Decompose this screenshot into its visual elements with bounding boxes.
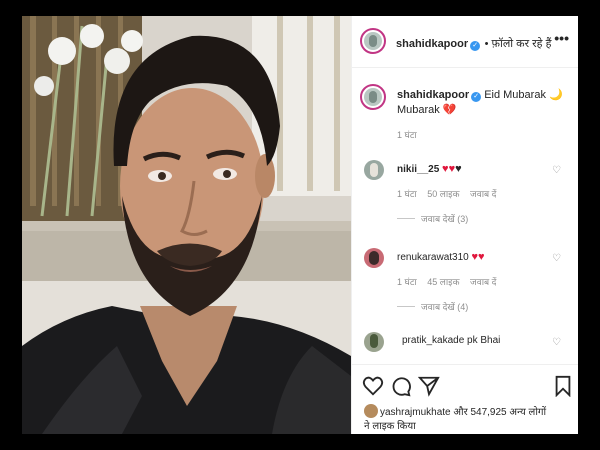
comment-likes[interactable]: 45 लाइक [427, 277, 459, 287]
commenter-avatar[interactable] [364, 332, 384, 352]
comment-username[interactable]: pratik_kakade [402, 335, 464, 346]
share-direct-icon[interactable] [418, 375, 440, 397]
author-username[interactable]: shahidkapoor [396, 38, 468, 50]
save-bookmark-icon[interactable] [552, 375, 574, 397]
comment-reply-link[interactable]: जवाब दें [470, 189, 496, 199]
caption-text-block: shahidkapoor ✓ Eid Mubarak 🌙 Mubarak 💔 [397, 88, 567, 118]
caption-username[interactable]: shahidkapoor [397, 89, 469, 101]
replies-divider [397, 306, 415, 307]
letterbox-right [578, 0, 600, 450]
caption-avatar[interactable] [360, 84, 386, 110]
following-status[interactable]: • फ़ॉलो कर रहे हैं [485, 38, 552, 50]
header-line: shahidkapoor ✓ • फ़ॉलो कर रहे हैं [396, 34, 551, 52]
comment-text: pk Bhai [467, 335, 501, 346]
view-replies-label[interactable]: जवाब देखें (3) [421, 214, 468, 224]
comment-meta: 1 घंटा 50 लाइक जवाब दें [397, 187, 504, 200]
more-options-icon[interactable]: ••• [554, 30, 569, 46]
comment-meta: 1 घंटा 45 लाइक जवाब दें [397, 275, 504, 288]
comment-text-extra: ♥ [455, 163, 462, 175]
comment-bubble-icon[interactable] [390, 375, 412, 397]
view-replies-link[interactable]: जवाब देखें (4) [397, 300, 468, 313]
comment-item: pratik_kakade pk Bhai ♡ [352, 332, 579, 362]
commenter-avatar[interactable] [364, 248, 384, 268]
comment-body: pratik_kakade pk Bhai [402, 335, 500, 346]
caption-text-line2: Mubarak 💔 [397, 104, 457, 116]
comment-like-heart-icon[interactable]: ♡ [552, 165, 561, 176]
post-image [22, 16, 351, 434]
letterbox-left [0, 0, 22, 450]
comment-like-heart-icon[interactable]: ♡ [552, 337, 561, 348]
author-avatar[interactable] [360, 28, 386, 54]
comment-username[interactable]: nikii__25 [397, 164, 439, 175]
comment-likes[interactable]: 50 लाइक [427, 189, 459, 199]
view-replies-link[interactable]: जवाब देखें (3) [397, 212, 468, 225]
comment-like-heart-icon[interactable]: ♡ [552, 253, 561, 264]
verified-badge-icon: ✓ [470, 41, 481, 51]
replies-divider [397, 218, 415, 219]
liker-avatar[interactable] [364, 404, 378, 418]
comment-reply-link[interactable]: जवाब दें [470, 277, 496, 287]
caption-verified-icon: ✓ [471, 92, 482, 102]
comment-body: renukarawat310 ♥♥ [397, 251, 485, 263]
comment-time: 1 घंटा [397, 189, 417, 199]
likes-text-line2: ने लाइक किया [364, 421, 416, 432]
letterbox-bottom [0, 434, 600, 450]
screenshot-frame: shahidkapoor ✓ • फ़ॉलो कर रहे हैं ••• sha… [0, 0, 600, 450]
post-header: shahidkapoor ✓ • फ़ॉलो कर रहे हैं ••• [352, 16, 579, 68]
post-actions-bar [352, 364, 579, 404]
view-replies-label[interactable]: जवाब देखें (4) [421, 302, 468, 312]
comment-text: ♥♥ [442, 163, 456, 175]
like-heart-icon[interactable] [362, 375, 384, 397]
post-side-panel: shahidkapoor ✓ • फ़ॉलो कर रहे हैं ••• sha… [351, 16, 579, 434]
letterbox-top [0, 0, 600, 16]
likes-text[interactable]: yashrajmukhate और 547,925 अन्य लोगों [380, 404, 546, 418]
commenter-avatar[interactable] [364, 160, 384, 180]
post-photo[interactable] [22, 16, 351, 434]
comment-username[interactable]: renukarawat310 [397, 252, 469, 263]
comment-body: nikii__25 ♥♥♥ [397, 163, 462, 175]
comment-time: 1 घंटा [397, 277, 417, 287]
caption-text: Eid Mubarak 🌙 [484, 89, 563, 101]
comment-text: ♥♥ [471, 251, 485, 263]
caption-timestamp: 1 घंटा [397, 130, 417, 140]
